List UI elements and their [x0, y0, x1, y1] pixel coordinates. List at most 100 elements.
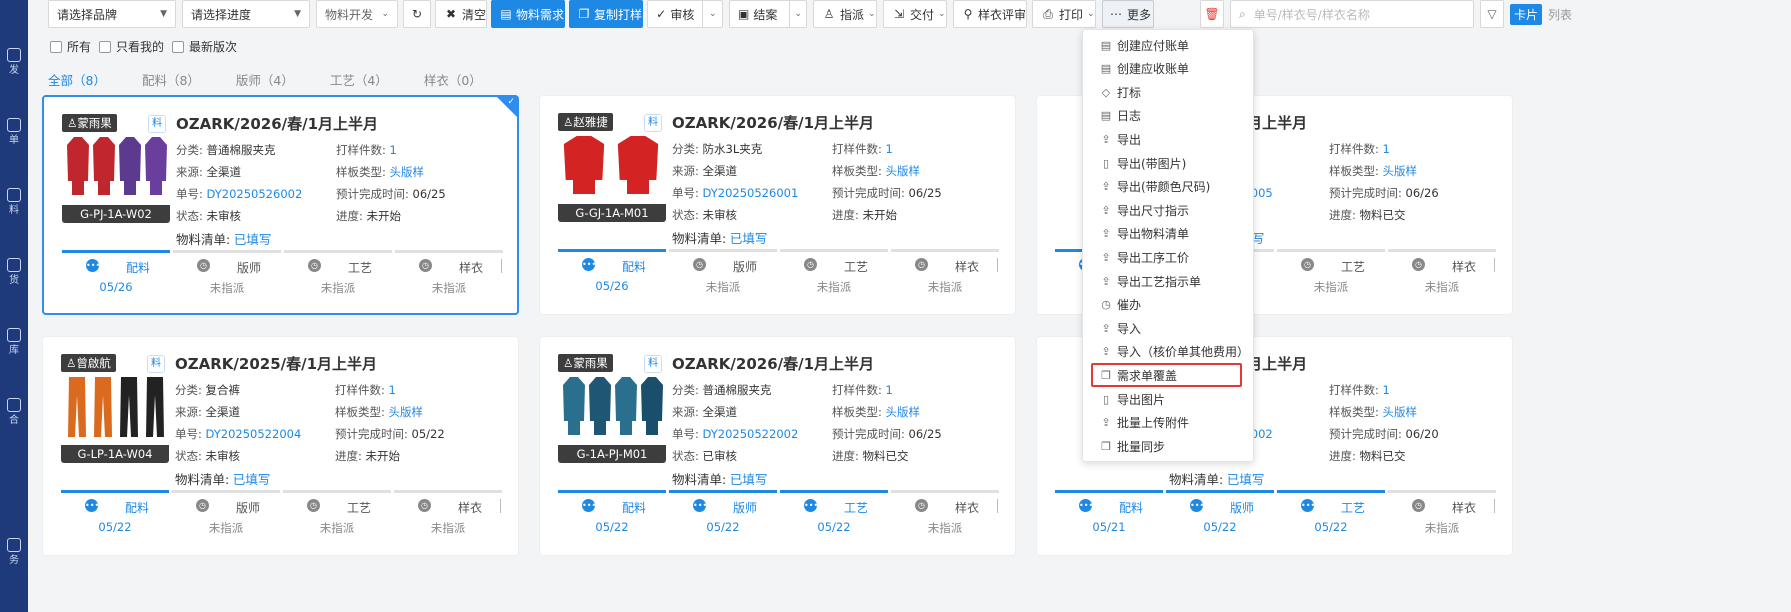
menu-item[interactable]: ⇪ 导出 [1099, 129, 1141, 149]
step-1[interactable]: ••• 版师 05/22 [1166, 490, 1274, 534]
sample-review-button[interactable]: ⚲ 样衣评审 [953, 0, 1027, 28]
step-1[interactable]: ◷版师未指派 [172, 490, 280, 535]
menu-item[interactable]: ⇪ 导出工艺指示单 [1099, 271, 1201, 291]
sidebar-item-5[interactable]: 库 [0, 328, 28, 378]
menu-item[interactable]: ⇪ 导出尺寸指示 [1099, 200, 1189, 220]
sidebar-item-4[interactable]: 货 [0, 258, 28, 308]
upload-icon: ⇪ [1101, 416, 1111, 430]
menu-item[interactable]: ▯ 导出图片 [1099, 389, 1165, 409]
menu-item[interactable]: ⇪ 导入（核价单其他费用） [1099, 342, 1249, 362]
step-2[interactable]: ◷ 工艺 未指派 [780, 249, 888, 294]
step-3[interactable]: ◷ 样衣 未指派 [891, 490, 999, 535]
dev-select[interactable]: 物料开发 ⌄ [316, 0, 398, 28]
print-button[interactable]: ⎙ 打印 ⌄ [1032, 0, 1096, 28]
step-bar [283, 490, 391, 493]
menu-item[interactable]: ▯ 导出(带图片) [1099, 153, 1186, 173]
close-case-dropdown[interactable]: ⌄ [789, 1, 806, 27]
more-button[interactable]: ⋯ 更多 [1102, 0, 1154, 28]
material-badge: 料 [644, 355, 662, 373]
sidebar-item-1[interactable]: 发 [0, 48, 28, 98]
step-0[interactable]: ••• 配料 05/26 [558, 249, 666, 293]
step-2[interactable]: ◷ 工艺 未指派 [283, 490, 391, 535]
step-2[interactable]: ◷ 工艺 未指派 [284, 250, 392, 295]
step-bar [394, 490, 502, 493]
tab-all[interactable]: 全部（8） [48, 70, 106, 89]
filter-all[interactable]: 所有 [50, 38, 91, 55]
menu-item[interactable]: ▤ 创建应付账单 [1099, 35, 1189, 55]
tab-material[interactable]: 配料（8） [142, 70, 200, 89]
sample-card[interactable]: G-LP-1A-W04 ♙曾啟航 料 OZARK/2025/春/1月上半月 分类: 复合… [42, 336, 519, 556]
clear-button[interactable]: ✖ 清空 [435, 0, 487, 28]
field-expected: 预计完成时间: 06/26 [1329, 186, 1439, 200]
tab-craft[interactable]: 工艺（4） [330, 70, 388, 89]
step-3[interactable]: ◷ 样衣 未指派 [1388, 490, 1496, 535]
review-dropdown[interactable]: ⌄ [702, 1, 722, 27]
step-3[interactable]: ◷ 样衣 未指派 [891, 249, 999, 294]
field-category: 分类: 普通棉服夹克 [672, 383, 772, 397]
refresh-button[interactable]: ↻ [403, 0, 431, 28]
card-title: OZARK/2026/春/1月上半月 [176, 115, 379, 133]
menu-item[interactable]: ▤ 创建应收账单 [1099, 59, 1189, 79]
tab-sample[interactable]: 样衣（0） [424, 70, 482, 89]
review-button[interactable]: ✓ 审核 ⌄ [647, 0, 723, 28]
step-2[interactable]: ◷ 工艺 未指派 [1277, 249, 1385, 294]
menu-item[interactable]: ◷ 催办 [1099, 295, 1141, 315]
step-3[interactable]: ◷ 样衣 未指派 [395, 250, 503, 295]
view-list-button[interactable]: 列表 [1548, 6, 1572, 23]
menu-item[interactable]: ⇪ 导出物料清单 [1099, 224, 1189, 244]
owner-badge: ♙赵雅捷 [558, 113, 613, 131]
filter-latest[interactable]: 最新版次 [172, 38, 237, 55]
sample-card[interactable]: G-1A-PJ-M01 ♙蒙雨果 料 OZARK/2026/春/1月上半月 分类: 普通… [539, 336, 1016, 556]
delete-button[interactable]: 🗑 [1200, 0, 1224, 28]
sample-card[interactable]: ✓ G-PJ-1A-W02 ♙蒙雨果 料 OZARK/2026/春/1月上半月 分类: 普… [42, 95, 519, 315]
brand-select[interactable]: 请选择品牌 ▼ [48, 0, 176, 28]
menu-item[interactable]: ❐ 需求单覆盖 [1099, 365, 1177, 385]
filter-mine[interactable]: 只看我的 [99, 38, 164, 55]
menu-item[interactable]: ❐ 批量同步 [1099, 436, 1165, 456]
step-2[interactable]: ••• 工艺 05/22 [780, 490, 888, 534]
step-head: •••配料 [86, 259, 151, 275]
step-3[interactable]: ◷ 样衣 未指派 [1388, 249, 1496, 294]
step-3[interactable]: ◷ 样衣 未指派 [394, 490, 502, 535]
sidebar-item-3[interactable]: 料 [0, 188, 28, 238]
copy-sample-button[interactable]: ❐ 复制打样 [569, 0, 643, 28]
sidebar-item-2[interactable]: 单 [0, 118, 28, 168]
progress-select[interactable]: 请选择进度 ▼ [182, 0, 310, 28]
step-0[interactable]: ••• 配料 05/22 [61, 490, 169, 534]
check-icon: ✓ [656, 7, 667, 21]
dispatch-button[interactable]: ♙ 指派 ⌄ [813, 0, 877, 28]
step-1[interactable]: ◷版师未指派 [669, 249, 777, 294]
menu-item[interactable]: ▤ 日志 [1099, 106, 1141, 126]
more-menu: ▤ 创建应付账单 ▤ 创建应收账单 ◇ 打标 ▤ 日志 ⇪ 导出 ▯ 导出(带图片) ⇪ 导出(带颜色尺码… [1082, 29, 1254, 462]
step-2[interactable]: ••• 工艺 05/22 [1277, 490, 1385, 534]
close-case-button[interactable]: ▣ 结案 ⌄ [729, 0, 807, 28]
clock-icon: ◷ [915, 499, 928, 512]
menu-item[interactable]: ⇪ 批量上传附件 [1099, 413, 1189, 433]
view-card-button[interactable]: 卡片 [1510, 3, 1543, 25]
sample-card[interactable]: G-GJ-1A-M01 ♙赵雅捷 料 OZARK/2026/春/1月上半月 分类: 防水… [539, 95, 1016, 315]
step-0[interactable]: ••• 配料 05/21 [1055, 490, 1163, 534]
file-icon: ▯ [1102, 392, 1110, 406]
material-demand-button[interactable]: ▤ 物料需求 [491, 0, 565, 28]
menu-item[interactable]: ⇪ 导入 [1099, 318, 1141, 338]
menu-item[interactable]: ◇ 打标 [1099, 82, 1141, 102]
step-0[interactable]: ••• 配料 05/22 [558, 490, 666, 534]
search-input[interactable]: ⌕ 单号/样衣号/样衣名称 [1230, 0, 1474, 28]
menu-item[interactable]: ⇪ 导出(带颜色尺码) [1099, 177, 1210, 197]
sidebar-item-7[interactable]: 务 [0, 538, 28, 588]
checkbox[interactable] [99, 40, 112, 53]
checkbox[interactable] [172, 40, 185, 53]
step-0[interactable]: ••• 配料 05/26 [62, 250, 170, 294]
sidebar-item-6[interactable]: 合 [0, 398, 28, 448]
garment-shape [145, 137, 167, 195]
checkbox[interactable] [50, 40, 62, 53]
menu-item[interactable]: ⇪ 导出工序工价 [1099, 247, 1189, 267]
garment-shape [641, 377, 663, 435]
field-bom: 物料清单: 已填写 [672, 472, 768, 487]
step-1[interactable]: ◷版师未指派 [173, 250, 281, 295]
contract-icon [7, 398, 21, 412]
step-1[interactable]: ••• 版师 05/22 [669, 490, 777, 534]
deliver-button[interactable]: ⇲ 交付 ⌄ [883, 0, 947, 28]
filter-button[interactable]: ▽ [1480, 0, 1504, 28]
tab-pattern[interactable]: 版师（4） [236, 70, 294, 89]
